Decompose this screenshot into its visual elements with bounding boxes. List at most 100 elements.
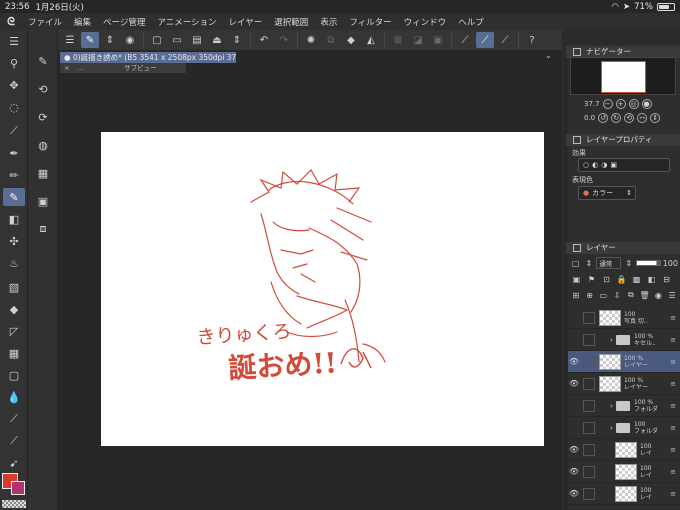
actual-size-icon[interactable]: ● — [641, 99, 652, 109]
layer-row-menu-icon[interactable]: ≡ — [670, 468, 676, 476]
layer-row[interactable]: 👁 100 レイ ≡ — [568, 461, 680, 483]
sub-color-swatch[interactable] — [11, 481, 25, 495]
visibility-eye-icon[interactable]: 👁 — [568, 379, 580, 388]
shape-icon[interactable]: ◸ — [3, 322, 25, 340]
layer-row-menu-icon[interactable]: ≡ — [670, 424, 676, 432]
stepper-icon[interactable]: ⇕ — [228, 32, 246, 48]
lasso-icon[interactable]: ◌ — [3, 98, 25, 116]
zoom-in-icon[interactable]: + — [615, 99, 626, 109]
eyedropper-icon[interactable]: ⟋ — [3, 122, 25, 140]
layer-mask-icon[interactable]: ◉ — [653, 289, 665, 301]
transparent-color-swatch[interactable] — [2, 500, 26, 508]
menu-edit[interactable]: 編集 — [68, 16, 97, 28]
document-tab[interactable]: ● 0)誕描き誘め* (B5 3541 x 2508px 350dpi 37.7… — [60, 52, 236, 63]
chevron-down-icon[interactable]: ⌄ — [545, 51, 552, 60]
move-icon[interactable]: ✥ — [3, 76, 25, 94]
menu-animation[interactable]: アニメーション — [151, 16, 222, 28]
tone-effect-icon[interactable]: ◐ — [592, 161, 598, 169]
visibility-eye-icon[interactable]: 👁 — [568, 489, 580, 498]
copy-layer-icon[interactable]: ⧉ — [625, 289, 637, 301]
layer-edit-toggle[interactable] — [583, 355, 595, 368]
menu-view[interactable]: 表示 — [314, 16, 343, 28]
layer-edit-toggle[interactable] — [583, 399, 595, 412]
layer-row[interactable]: 100 写真 切.. ≡ — [568, 307, 680, 329]
sub-tool-material-icon[interactable]: ⧈ — [32, 220, 54, 238]
layer-row[interactable]: 👁 100 % レイヤー ≡ — [568, 351, 680, 373]
flip-vertical-icon[interactable]: ⇕ — [650, 113, 661, 123]
reset-rotate-icon[interactable]: ⟲ — [624, 113, 635, 123]
delete-layer-icon[interactable]: 🗑 — [639, 289, 651, 301]
expression-select[interactable]: ● カラー ⇕ — [578, 186, 636, 200]
loading-icon[interactable]: ✺ — [302, 32, 320, 48]
sub-tool-palette-icon[interactable]: ▣ — [32, 192, 54, 210]
navigator-rotation-value[interactable]: 0.0 — [584, 114, 595, 122]
document-close-icon[interactable]: ● — [64, 53, 73, 62]
rotate-right-icon[interactable]: ↻ — [611, 113, 622, 123]
save-icon[interactable]: ▤ — [188, 32, 206, 48]
color-effect-icon[interactable]: ◑ — [601, 161, 607, 169]
undo-icon[interactable]: ↶ — [255, 32, 273, 48]
new-folder-icon[interactable]: ▭ — [598, 289, 610, 301]
lock-icon[interactable]: 🔒 — [615, 273, 628, 285]
folder-expand-icon[interactable]: › — [607, 424, 616, 432]
folder-expand-icon[interactable]: › — [607, 402, 616, 410]
export-icon[interactable]: ⏏ — [208, 32, 226, 48]
object-icon[interactable]: ➹ — [3, 454, 25, 472]
frame-icon[interactable]: ▦ — [3, 344, 25, 362]
sub-tool-color-set-icon[interactable]: ▦ — [32, 164, 54, 182]
quick-brush-icon[interactable]: ✎ — [81, 32, 99, 48]
fit-icon[interactable]: ◎ — [628, 99, 639, 109]
menu-selection[interactable]: 選択範囲 — [268, 16, 314, 28]
menu-layer[interactable]: レイヤー — [223, 16, 269, 28]
menu-help[interactable]: ヘルプ — [452, 16, 490, 28]
new-file-icon[interactable]: ▢ — [148, 32, 166, 48]
correct-line-icon[interactable]: ⟋ — [3, 432, 25, 450]
fill-icon[interactable]: ◆ — [3, 300, 25, 318]
fill-icon[interactable]: ◆ — [342, 32, 360, 48]
ink-icon[interactable]: 💧 — [3, 388, 25, 406]
tool-palette-menu-icon[interactable]: ☰ — [3, 32, 25, 50]
layer-row[interactable]: 👁 100 % レイヤー ≡ — [568, 373, 680, 395]
canvas-paper[interactable]: きりゅくろ 誕おめ!! — [101, 132, 544, 446]
invert-selection-icon[interactable]: ◪ — [409, 32, 427, 48]
layer-row-menu-icon[interactable]: ≡ — [670, 358, 676, 366]
layer-row[interactable]: 👁 100 レイ ≡ — [568, 483, 680, 505]
menu-page[interactable]: ページ管理 — [97, 16, 151, 28]
layer-row-menu-icon[interactable]: ≡ — [670, 446, 676, 454]
app-logo-icon[interactable]: ᘓ — [0, 15, 22, 29]
ruler-icon[interactable]: ⊟ — [660, 273, 673, 285]
layer-edit-toggle[interactable] — [583, 377, 595, 390]
decoration-icon[interactable]: ✣ — [3, 232, 25, 250]
zoom-icon[interactable]: ⚲ — [3, 54, 25, 72]
snap-ruler-icon[interactable]: ⟋ — [456, 32, 474, 48]
help-icon[interactable]: ? — [523, 32, 541, 48]
line-fix-icon[interactable]: ⟋ — [3, 410, 25, 428]
subview-menu-button[interactable]: … — [78, 64, 85, 72]
navigator-zoom-value[interactable]: 37.7 — [584, 100, 600, 108]
rotate-left-icon[interactable]: ↺ — [598, 113, 609, 123]
sub-tool-pen-icon[interactable]: ✎ — [32, 52, 54, 70]
layer-row-menu-icon[interactable]: ≡ — [670, 490, 676, 498]
pen-icon[interactable]: ✒ — [3, 144, 25, 162]
deselect-icon[interactable]: ⊠ — [389, 32, 407, 48]
pencil-icon[interactable]: ✏ — [3, 166, 25, 184]
layer-edit-toggle[interactable] — [583, 311, 595, 324]
layer-edit-toggle[interactable] — [583, 465, 595, 478]
menu-toggle-icon[interactable]: ☰ — [61, 32, 79, 48]
layer-row-menu-icon[interactable]: ≡ — [670, 402, 676, 410]
border-effect-icon[interactable]: ○ — [583, 161, 589, 169]
menu-filter[interactable]: フィルター — [343, 16, 397, 28]
menu-window[interactable]: ウィンドウ — [398, 16, 453, 28]
reference-icon[interactable]: ⚑ — [585, 273, 598, 285]
gradient-icon[interactable]: ▧ — [3, 278, 25, 296]
fill-with-color-icon[interactable]: ◭ — [362, 32, 380, 48]
clip-icon[interactable]: ▣ — [570, 273, 583, 285]
new-vector-layer-icon[interactable]: ⊕ — [584, 289, 596, 301]
chevron-updown-icon[interactable]: ⇕ — [623, 257, 634, 269]
visibility-eye-icon[interactable]: 👁 — [568, 445, 580, 454]
blend-mode-select[interactable]: 通常 — [596, 257, 622, 269]
new-raster-layer-icon[interactable]: ⊞ — [570, 289, 582, 301]
layer-row-menu-icon[interactable]: ≡ — [670, 314, 676, 322]
layer-color-swatch-icon[interactable]: ▢ — [570, 257, 581, 269]
subview-close-button[interactable]: × — [64, 64, 69, 72]
